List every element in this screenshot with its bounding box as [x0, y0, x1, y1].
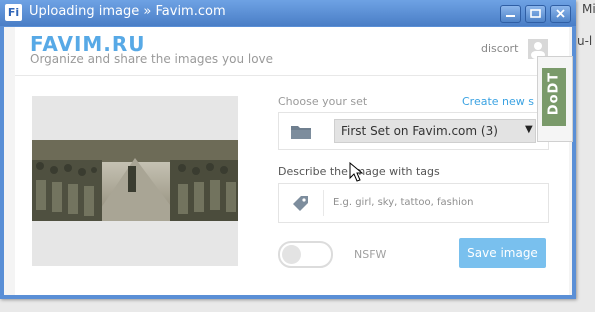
extension-logo: DoDT — [542, 68, 566, 126]
maximize-button[interactable] — [525, 5, 546, 23]
tags-field: E.g. girl, sky, tattoo, fashion — [278, 183, 549, 223]
chevron-down-icon: ▼ — [525, 124, 533, 135]
selected-set: First Set on Favim.com (3) — [341, 124, 498, 138]
nsfw-label: NSFW — [354, 248, 387, 261]
choose-set-label: Choose your set — [278, 95, 368, 108]
background-text: Mid — [582, 2, 595, 16]
background-text: u-l — [577, 34, 593, 48]
maximize-icon — [530, 9, 541, 18]
title-bar[interactable]: Fi Uploading image » Favim.com — [0, 0, 576, 26]
set-dropdown[interactable]: First Set on Favim.com (3) ▼ — [334, 119, 536, 143]
minimize-button[interactable] — [500, 5, 521, 23]
folder-icon — [291, 126, 311, 139]
tag-icon — [293, 196, 308, 211]
close-icon — [556, 9, 565, 18]
toggle-knob — [282, 245, 301, 264]
minimize-icon — [506, 15, 515, 17]
tags-input[interactable]: E.g. girl, sky, tattoo, fashion — [333, 197, 473, 208]
app-icon: Fi — [5, 4, 22, 21]
header-divider — [15, 75, 569, 76]
window-title: Uploading image » Favim.com — [29, 4, 226, 19]
image-preview — [32, 140, 238, 221]
extension-badge[interactable]: DoDT — [537, 56, 573, 142]
upload-window: Fi Uploading image » Favim.com FAVIM.RU … — [0, 0, 576, 299]
site-tagline: Organize and share the images you love — [30, 52, 274, 66]
save-image-button[interactable]: Save image — [459, 238, 546, 268]
nsfw-toggle[interactable] — [278, 241, 333, 268]
create-new-set-link[interactable]: Create new s — [462, 95, 534, 108]
image-preview-area — [32, 96, 238, 266]
mouse-cursor-icon — [349, 162, 364, 182]
close-button[interactable] — [550, 5, 571, 23]
upload-panel: FAVIM.RU Organize and share the images y… — [15, 27, 569, 295]
extension-label: DoDT — [546, 71, 562, 116]
window-content: FAVIM.RU Organize and share the images y… — [4, 27, 572, 295]
username-link[interactable]: discort — [481, 42, 518, 55]
